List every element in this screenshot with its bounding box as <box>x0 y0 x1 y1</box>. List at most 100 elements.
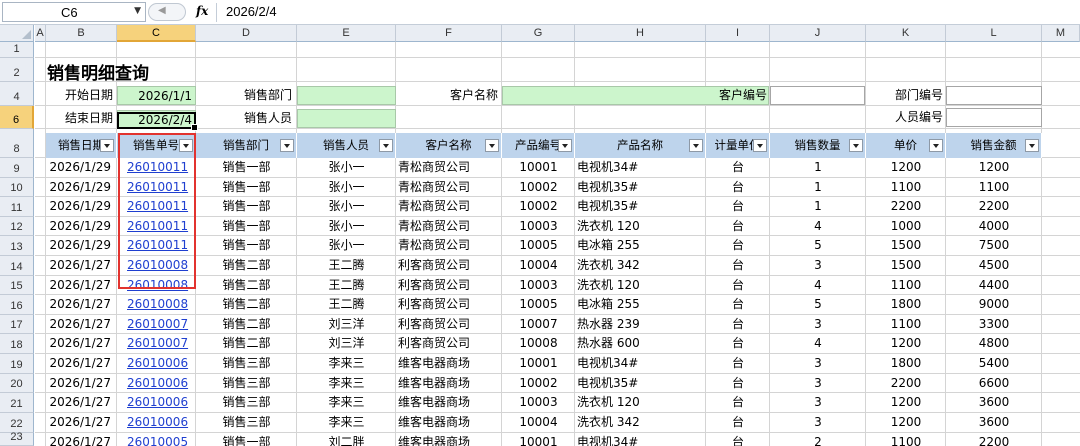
row-header-2[interactable]: 2 <box>0 58 34 82</box>
row-header-12[interactable]: 12 <box>0 217 34 236</box>
chevron-down-icon[interactable]: ▼ <box>134 6 141 16</box>
column-header-e[interactable]: E <box>297 25 396 42</box>
function-icon[interactable]: fx <box>196 4 208 18</box>
table-cell: 销售一部 <box>222 180 271 194</box>
order-number-link[interactable]: 26010006 <box>117 413 196 432</box>
name-box[interactable]: C6 ▼ <box>2 2 146 22</box>
table-header-cell: 销售人员 <box>297 133 396 158</box>
filter-dropdown-icon[interactable] <box>100 139 114 152</box>
person-no-input[interactable] <box>946 108 1042 127</box>
start-date-input[interactable]: 2026/1/1 <box>117 86 196 105</box>
person-input[interactable] <box>297 109 396 128</box>
table-header-label: 销售数量 <box>794 138 841 152</box>
row-number: 11 <box>10 202 23 214</box>
filter-dropdown-icon[interactable] <box>753 139 767 152</box>
column-header-m[interactable]: M <box>1042 25 1080 42</box>
formula-input[interactable]: 2026/2/4 <box>226 4 277 19</box>
row-header-1[interactable]: 1 <box>0 42 34 58</box>
filter-dropdown-icon[interactable] <box>379 139 393 152</box>
column-header-l[interactable]: L <box>946 25 1042 42</box>
order-number-link[interactable]: 26010006 <box>117 393 196 412</box>
table-cell: 1800 <box>890 297 922 311</box>
table-cell: 3 <box>814 317 822 331</box>
row-number: 19 <box>10 359 23 371</box>
row-header-21[interactable]: 21 <box>0 393 34 413</box>
table-cell: 销售一部 <box>222 199 271 213</box>
customer-label: 客户名称 <box>449 88 498 102</box>
filter-dropdown-icon[interactable] <box>849 139 863 152</box>
active-cell-c6[interactable] <box>117 112 198 131</box>
table-cell: 维客电器商场 <box>398 356 471 370</box>
filter-dropdown-icon[interactable] <box>485 139 499 152</box>
formula-controls[interactable]: ◀ <box>148 3 186 21</box>
table-cell: 3300 <box>978 317 1010 331</box>
column-header-a[interactable]: A <box>35 25 46 42</box>
order-number-link[interactable]: 26010008 <box>117 295 196 314</box>
row-header-10[interactable]: 10 <box>0 178 34 197</box>
dept-label: 销售部门 <box>243 88 292 102</box>
row-header-20[interactable]: 20 <box>0 374 34 393</box>
grid-hline <box>35 105 1080 106</box>
order-number-link[interactable]: 26010006 <box>117 374 196 393</box>
table-cell: 4 <box>814 278 822 292</box>
column-header-k[interactable]: K <box>866 25 946 42</box>
column-header-d[interactable]: D <box>196 25 297 42</box>
table-cell: 1200 <box>890 415 922 429</box>
table-header-cell: 客户名称 <box>396 133 502 158</box>
order-number-link[interactable]: 26010007 <box>117 315 196 334</box>
filter-dropdown-icon[interactable] <box>280 139 294 152</box>
column-header-j[interactable]: J <box>770 25 866 42</box>
customer-no-input[interactable] <box>770 86 865 105</box>
report-title: 销售明细查询 <box>47 64 149 84</box>
table-header-label: 销售日期 <box>58 138 104 152</box>
table-cell: 2026/1/27 <box>49 395 111 409</box>
column-header-f[interactable]: F <box>396 25 502 42</box>
row-header-13[interactable]: 13 <box>0 236 34 256</box>
column-header-h[interactable]: H <box>575 25 706 42</box>
row-number: 13 <box>10 241 23 253</box>
table-cell: 10003 <box>519 278 558 292</box>
table-cell: 1200 <box>890 160 922 174</box>
column-header-i[interactable]: I <box>706 25 770 42</box>
row-header-8[interactable]: 8 <box>0 129 34 158</box>
table-cell: 青松商贸公司 <box>398 199 471 213</box>
order-number-link[interactable]: 26010006 <box>117 354 196 373</box>
column-header-c[interactable]: C <box>117 25 196 42</box>
row-header-15[interactable]: 15 <box>0 276 34 295</box>
row-header-4[interactable]: 4 <box>0 82 34 106</box>
table-cell: 2026/1/27 <box>49 258 111 272</box>
filter-dropdown-icon[interactable] <box>1025 139 1039 152</box>
row-header-16[interactable]: 16 <box>0 295 34 315</box>
row-header-18[interactable]: 18 <box>0 334 34 354</box>
table-cell: 台 <box>731 356 744 370</box>
table-header-label: 销售金额 <box>970 138 1017 152</box>
row-number: 2 <box>13 67 20 79</box>
column-header-b[interactable]: B <box>46 25 117 42</box>
row-header-14[interactable]: 14 <box>0 256 34 276</box>
filter-dropdown-icon[interactable] <box>689 139 703 152</box>
table-cell: 利客商贸公司 <box>398 317 471 331</box>
select-all-corner[interactable] <box>0 25 34 42</box>
dept-input[interactable] <box>297 86 396 105</box>
column-header-g[interactable]: G <box>502 25 575 42</box>
filter-dropdown-icon[interactable] <box>558 139 572 152</box>
table-cell: 1 <box>814 160 822 174</box>
row-header-9[interactable]: 9 <box>0 158 34 178</box>
row-header-11[interactable]: 11 <box>0 197 34 217</box>
filter-dropdown-icon[interactable] <box>929 139 943 152</box>
row-header-23[interactable]: 23 <box>0 431 34 446</box>
row-header-17[interactable]: 17 <box>0 315 34 334</box>
order-number-link[interactable]: 26010005 <box>117 433 196 446</box>
row-header-19[interactable]: 19 <box>0 354 34 374</box>
table-header-cell: 销售日期 <box>46 133 117 158</box>
table-cell: 2026/1/29 <box>49 180 111 194</box>
row-header-22[interactable]: 22 <box>0 413 34 433</box>
dept-no-input[interactable] <box>946 86 1042 105</box>
row-header-6[interactable]: 6 <box>0 106 34 129</box>
highlight-box <box>118 133 196 289</box>
row-number: 20 <box>10 378 23 390</box>
table-cell: 10003 <box>519 395 558 409</box>
row-number: 12 <box>10 221 23 233</box>
order-number-link[interactable]: 26010007 <box>117 334 196 353</box>
table-cell: 青松商贸公司 <box>398 238 471 252</box>
